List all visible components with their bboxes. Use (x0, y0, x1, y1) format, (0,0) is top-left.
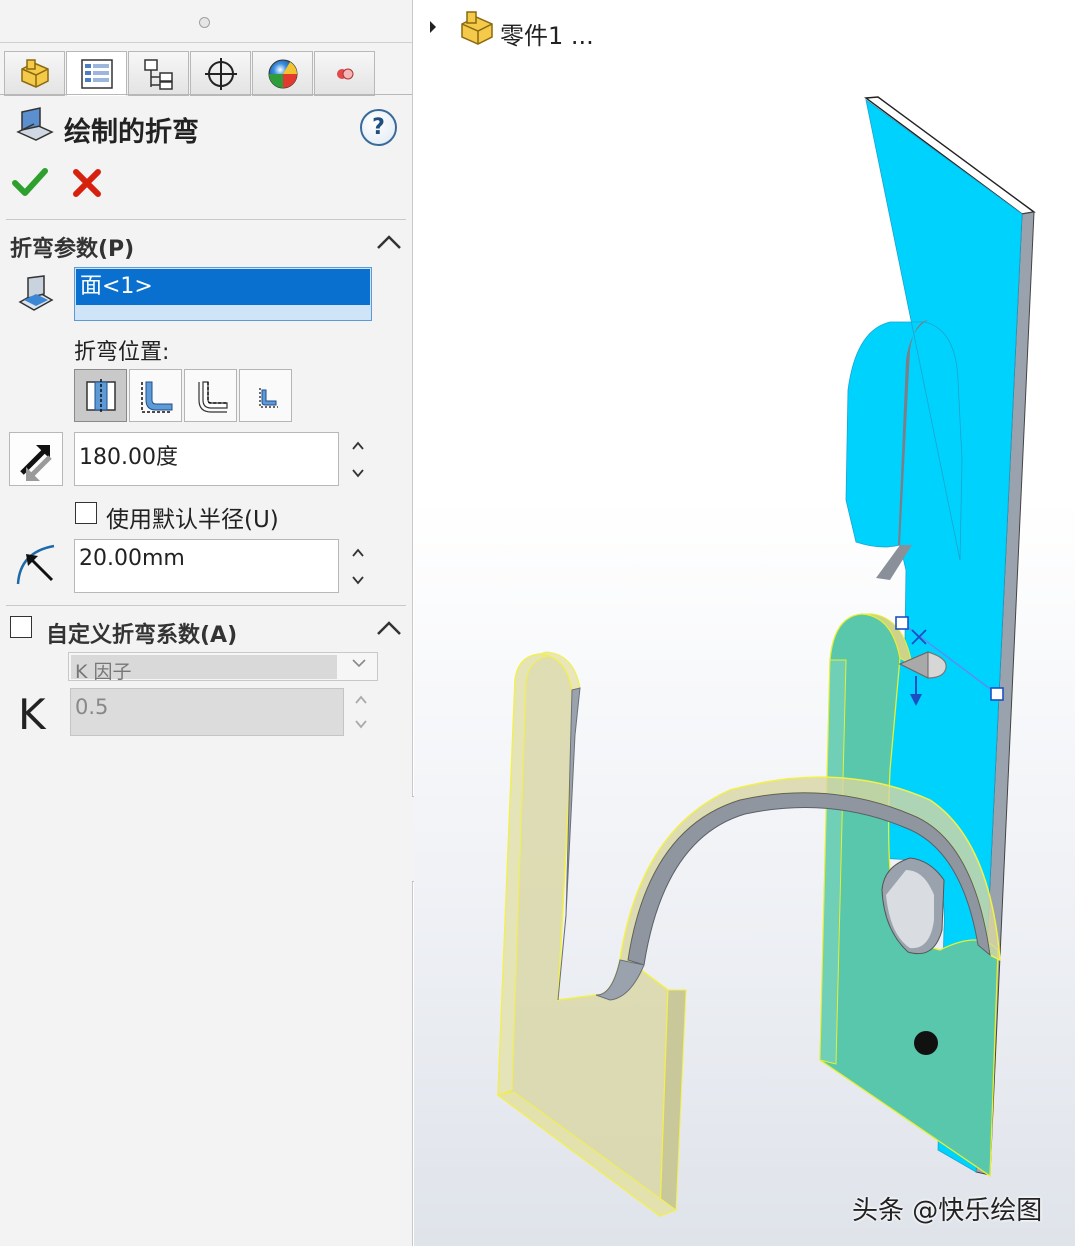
bend-angle-spinner[interactable] (342, 432, 374, 486)
property-manager-icon (80, 58, 113, 89)
material-inside-icon (140, 381, 172, 413)
selected-face-item[interactable]: 面<1> (76, 269, 370, 305)
page-title: 绘制的折弯 (64, 117, 199, 148)
spin-down-icon[interactable] (354, 719, 368, 729)
bend-centerline-button[interactable] (74, 369, 127, 422)
cancel-x-icon[interactable] (72, 168, 102, 198)
material-inside-button[interactable] (129, 369, 182, 422)
ok-check-icon[interactable] (12, 166, 48, 198)
chevron-up-icon[interactable] (376, 233, 402, 251)
cam-icon (336, 68, 353, 79)
bend-position-options (74, 369, 294, 422)
section-divider (6, 219, 406, 220)
allowance-type-value: K 因子 (71, 655, 337, 680)
feature-tree-part-label[interactable]: 零件1 ... (500, 16, 594, 51)
tab-display-manager[interactable] (252, 51, 313, 96)
model-3d-view[interactable] (414, 60, 1075, 1246)
custom-allowance-checkbox[interactable] (10, 616, 32, 638)
tabs-divider (0, 94, 412, 95)
chevron-up-icon[interactable] (376, 619, 402, 637)
configuration-manager-icon (143, 58, 173, 90)
use-default-radius-label[interactable]: 使用默认半径(U) (106, 500, 279, 534)
bend-centerline-icon (85, 378, 116, 413)
k-factor-input[interactable]: 0.5 (70, 688, 344, 736)
allowance-type-select[interactable]: K 因子 (68, 652, 378, 681)
bend-outside-button[interactable] (239, 369, 292, 422)
watermark-text: 头条 @快乐绘图 (852, 1196, 1043, 1226)
bend-position-label: 折弯位置: (74, 340, 170, 365)
material-outside-icon (197, 380, 228, 413)
panel-top-divider (0, 42, 412, 43)
bend-outside-icon (258, 387, 278, 408)
bend-angle-input[interactable]: 180.00度 (74, 432, 339, 486)
bend-radius-icon (16, 544, 55, 585)
property-manager-panel: 绘制的折弯 ? 折弯参数(P) 面<1> 折弯位置: 180.00度 使用默认半… (0, 0, 413, 1246)
part-icon (461, 11, 493, 45)
face-select-icon (18, 275, 54, 311)
tab-property-manager[interactable] (66, 51, 127, 96)
k-factor-spinner[interactable] (346, 688, 376, 736)
expand-arrow-icon[interactable] (428, 20, 438, 34)
tab-configuration-manager[interactable] (128, 51, 189, 96)
help-button[interactable]: ? (360, 109, 397, 146)
spin-down-icon[interactable] (351, 575, 365, 585)
bend-direction-button[interactable] (9, 432, 63, 486)
chevron-down-icon[interactable] (351, 657, 367, 669)
sketched-bend-icon (16, 107, 54, 141)
panel-grip-handle[interactable] (199, 17, 210, 28)
manager-tabs (4, 51, 376, 96)
bend-radius-spinner[interactable] (342, 539, 374, 593)
tab-cam-manager[interactable] (314, 51, 375, 96)
bend-params-title[interactable]: 折弯参数(P) (10, 231, 134, 263)
material-outside-button[interactable] (184, 369, 237, 422)
bend-radius-input[interactable]: 20.00mm (74, 539, 339, 593)
k-factor-label: K (18, 690, 46, 739)
tab-feature-manager[interactable] (4, 51, 65, 96)
face-selection-list[interactable]: 面<1> (74, 267, 372, 321)
use-default-radius-checkbox[interactable] (75, 502, 97, 524)
spin-up-icon[interactable] (354, 695, 368, 705)
spin-up-icon[interactable] (351, 548, 365, 558)
display-manager-icon (268, 59, 297, 88)
feature-manager-icon (20, 58, 49, 88)
spin-down-icon[interactable] (351, 468, 365, 478)
flip-direction-icon (20, 445, 52, 481)
spin-up-icon[interactable] (351, 441, 365, 451)
dimxpert-icon (204, 57, 237, 90)
section-divider (6, 605, 406, 606)
custom-allowance-title[interactable]: 自定义折弯系数(A) (46, 617, 237, 649)
tab-dimxpert-manager[interactable] (190, 51, 251, 96)
